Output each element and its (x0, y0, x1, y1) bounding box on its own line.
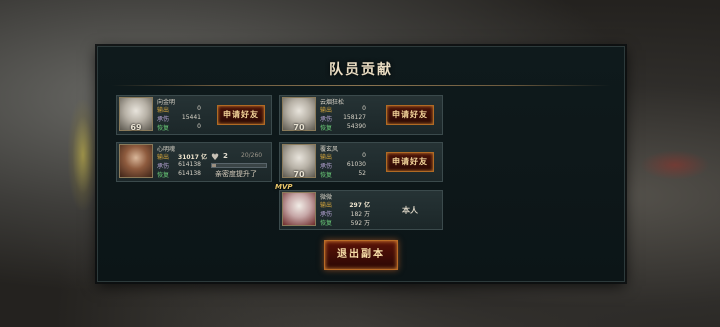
output-label: 输出 (157, 107, 170, 114)
taken-value: 182 万 (350, 211, 370, 218)
taken-label: 承伤 (320, 211, 333, 218)
member-card: 70 云烟狂松 输出 0 承伤 158127 恢复 54390 申请好友 (279, 95, 443, 135)
favor-level: 2 (223, 152, 228, 160)
taken-label: 承伤 (157, 163, 170, 170)
avatar[interactable]: 70 (282, 144, 316, 179)
avatar[interactable] (282, 192, 316, 226)
avatar[interactable]: 70 (282, 97, 316, 132)
output-label: 输出 (320, 202, 333, 209)
background-glow-right (640, 150, 710, 180)
heal-value: 614138 (178, 170, 201, 177)
favor-progress-fill (212, 164, 217, 167)
avatar[interactable]: 69 (119, 97, 153, 132)
taken-value: 61030 (346, 161, 366, 168)
output-value: 0 (197, 105, 201, 112)
heal-label: 恢复 (320, 220, 333, 227)
heal-value: 592 万 (350, 220, 370, 227)
heal-label: 恢复 (157, 172, 170, 179)
favor-progress-bar (211, 163, 267, 168)
background-glow-left (68, 100, 98, 210)
title-divider (112, 85, 610, 86)
output-label: 输出 (157, 154, 170, 161)
output-value: 297 亿 (349, 202, 370, 209)
heal-value: 54390 (346, 123, 366, 130)
level-badge: 70 (293, 123, 305, 132)
favor-progress-text: 20/260 (241, 152, 263, 159)
favor-message: 亲密度提升了 (215, 170, 257, 178)
avatar[interactable] (119, 144, 153, 178)
level-badge: 70 (293, 170, 305, 179)
heal-label: 恢复 (320, 172, 333, 179)
heal-value: 52 (358, 170, 366, 177)
level-badge: 69 (130, 123, 142, 132)
taken-value: 158127 (343, 114, 366, 121)
output-value: 0 (362, 152, 366, 159)
self-label: 本人 (402, 206, 418, 215)
member-card: 69 向金明 输出 0 承伤 15441 恢复 0 申请好友 (116, 95, 272, 135)
taken-value: 614138 (178, 161, 201, 168)
heal-value: 0 (197, 123, 201, 130)
taken-value: 15441 (181, 114, 201, 121)
output-label: 输出 (320, 154, 333, 161)
member-card: 70 覆玄风 输出 0 承伤 61030 恢复 52 申请好友 (279, 142, 443, 182)
add-friend-button[interactable]: 申请好友 (386, 105, 434, 125)
heart-icon: ♥ (211, 153, 220, 163)
output-value: 31017 亿 (178, 154, 207, 161)
add-friend-button[interactable]: 申请好友 (217, 105, 265, 125)
add-friend-button[interactable]: 申请好友 (386, 152, 434, 172)
panel-title: 队员贡献 (329, 62, 393, 78)
output-value: 0 (362, 105, 366, 112)
member-card-self: MVP 微微 输出 297 亿 承伤 182 万 恢复 592 万 本人 (275, 183, 443, 230)
taken-label: 承伤 (320, 116, 333, 123)
mvp-badge: MVP (275, 183, 293, 191)
heal-label: 恢复 (320, 125, 333, 132)
taken-label: 承伤 (320, 163, 333, 170)
member-card: 心明魂 输出 31017 亿 承伤 614138 恢复 614138 ♥ 2 2… (116, 142, 272, 182)
output-label: 输出 (320, 107, 333, 114)
taken-label: 承伤 (157, 116, 170, 123)
heal-label: 恢复 (157, 125, 170, 132)
exit-dungeon-button[interactable]: 退出副本 (324, 240, 398, 270)
